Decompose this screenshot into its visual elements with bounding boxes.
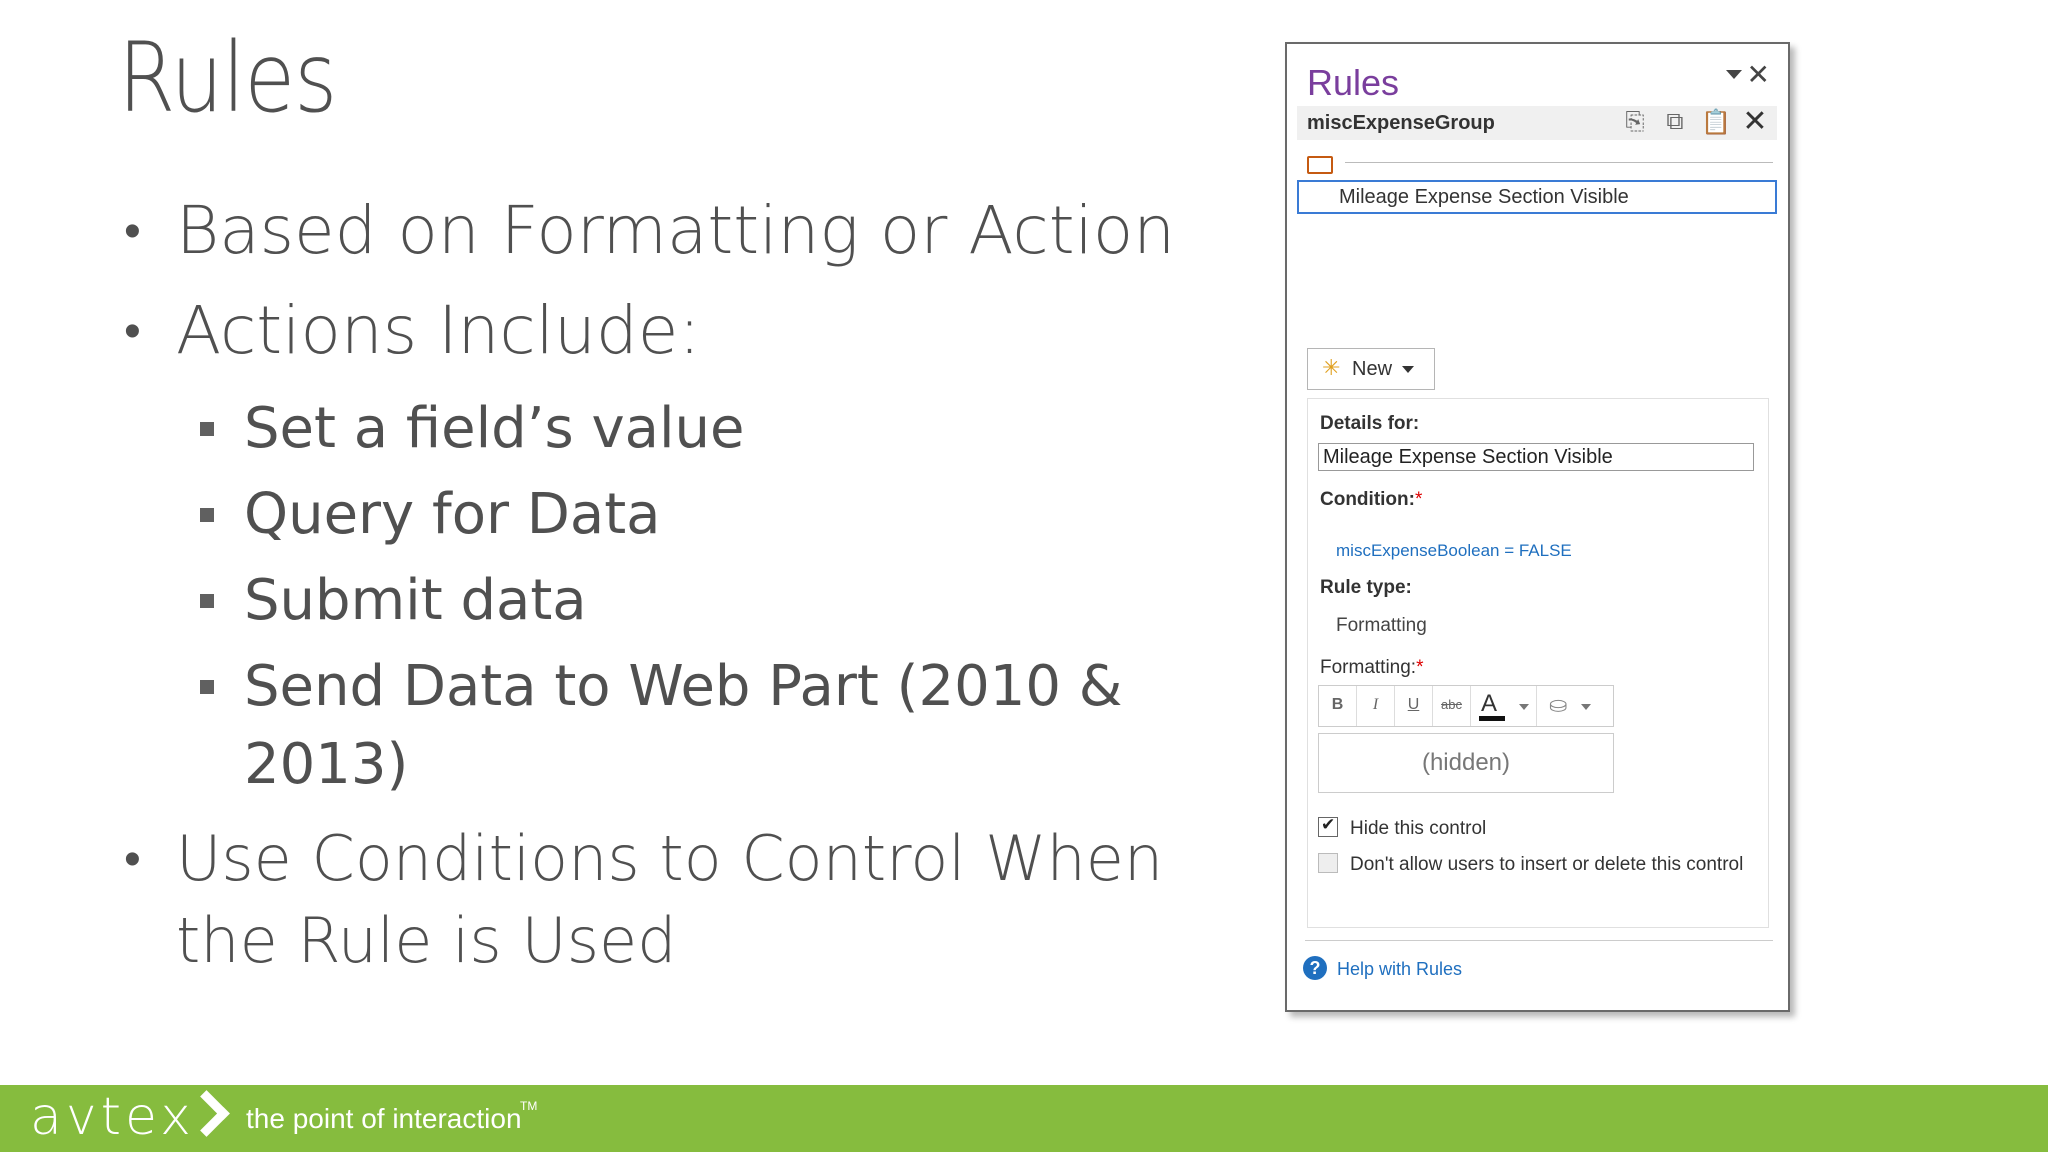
avtex-logo: avtex — [30, 1087, 195, 1147]
bullet-dot: • — [124, 831, 141, 887]
formatting-label: Formatting:* — [1320, 657, 1424, 678]
pane-options-icon[interactable] — [1726, 70, 1742, 79]
footer-bar: avtex the point of interaction TM — [0, 1085, 2048, 1152]
details-panel: Details for: Condition:* miscExpenseBool… — [1307, 398, 1769, 928]
tagline: the point of interaction — [246, 1103, 522, 1134]
bullet-item: • Actions Include: — [118, 290, 1178, 372]
sparkle-icon: ✳ — [1322, 355, 1341, 380]
rule-list-item[interactable]: Mileage Expense Section Visible — [1297, 180, 1777, 214]
copy-rule-icon[interactable]: ⎘ — [1621, 108, 1649, 137]
new-rule-button[interactable]: ✳ New — [1307, 348, 1435, 390]
dont-allow-checkbox[interactable] — [1318, 853, 1338, 873]
bullet-item: • Use Conditions to Control When the Rul… — [118, 818, 1176, 982]
new-button-label: New — [1352, 358, 1393, 380]
strikethrough-button[interactable]: abc — [1433, 686, 1471, 726]
sub-bullet-item: Submit data — [118, 562, 1178, 640]
trademark-mark: TM — [520, 1099, 538, 1113]
sub-bullet-text: Submit data — [244, 568, 587, 633]
sub-bullet-item: Query for Data — [118, 476, 1178, 554]
sub-bullet-square — [200, 680, 214, 694]
rules-toolbar: ⎘ ⧉ 📋 ✕ — [1621, 107, 1769, 137]
details-label: Details for: — [1320, 413, 1420, 434]
bullet-text: Based on Formatting or Action — [176, 192, 1176, 269]
italic-button[interactable]: I — [1357, 686, 1395, 726]
bullet-dot: • — [124, 203, 141, 259]
sub-bullet-square — [200, 422, 214, 436]
format-preview: (hidden) — [1318, 733, 1614, 793]
bullet-item: • Based on Formatting or Action — [118, 190, 1178, 272]
bullet-text: Actions Include: — [176, 292, 701, 369]
chevron-down-icon — [1581, 704, 1591, 710]
format-painter-icon[interactable] — [1307, 156, 1333, 174]
rule-name-input[interactable] — [1318, 443, 1754, 471]
hide-control-checkbox[interactable] — [1318, 815, 1338, 837]
font-color-icon: A — [1481, 690, 1498, 717]
paint-bucket-icon: ⛀ — [1549, 692, 1568, 717]
chevron-down-icon — [1402, 366, 1414, 373]
underline-button[interactable]: U — [1395, 686, 1433, 726]
copy-all-icon[interactable]: ⧉ — [1661, 108, 1689, 137]
condition-link[interactable]: miscExpenseBoolean = FALSE — [1336, 541, 1572, 561]
font-color-swatch — [1479, 716, 1505, 721]
sub-bullet-square — [200, 594, 214, 608]
bullet-text: Use Conditions to Control When the Rule … — [176, 822, 1164, 977]
sub-bullet-item: Send Data to Web Part (2010 & 2013) — [118, 648, 1144, 804]
slide-title: Rules — [118, 22, 337, 134]
sub-bullet-text: Send Data to Web Part (2010 & 2013) — [244, 654, 1123, 797]
close-icon[interactable]: ✕ — [1747, 58, 1770, 91]
divider — [1305, 940, 1773, 941]
sub-bullet-item: Set a field’s value — [118, 390, 1178, 468]
divider — [1345, 162, 1773, 163]
dont-allow-label[interactable]: Don't allow users to insert or delete th… — [1350, 851, 1750, 878]
sub-bullet-text: Query for Data — [244, 482, 661, 547]
paste-icon[interactable]: 📋 — [1701, 108, 1731, 137]
pane-title: Rules — [1307, 62, 1400, 103]
help-link-label[interactable]: Help with Rules — [1337, 959, 1462, 980]
formatting-toolbar: B I U abc A ⛀ — [1318, 685, 1614, 727]
delete-icon[interactable]: ✕ — [1741, 107, 1769, 137]
group-name: miscExpenseGroup — [1307, 112, 1495, 134]
hide-control-label[interactable]: Hide this control — [1350, 815, 1750, 842]
help-icon: ? — [1303, 956, 1327, 980]
rule-type-value: Formatting — [1336, 615, 1427, 636]
bullet-list: • Based on Formatting or Action • Action… — [118, 190, 1178, 1000]
bold-button[interactable]: B — [1319, 686, 1357, 726]
bullet-dot: • — [124, 303, 141, 359]
shading-button[interactable]: ⛀ — [1537, 686, 1601, 726]
sub-bullet-text: Set a field’s value — [244, 396, 745, 461]
condition-label: Condition:* — [1320, 489, 1423, 510]
rule-item-label: Mileage Expense Section Visible — [1339, 186, 1629, 208]
sub-bullet-square — [200, 508, 214, 522]
rules-pane: Rules ✕ miscExpenseGroup ⎘ ⧉ 📋 ✕ Mileage… — [1285, 42, 1790, 1012]
font-color-button[interactable]: A — [1471, 686, 1537, 726]
chevron-down-icon — [1519, 704, 1529, 710]
rule-group-bar: miscExpenseGroup ⎘ ⧉ 📋 ✕ — [1297, 106, 1777, 140]
rule-type-label: Rule type: — [1320, 577, 1412, 598]
